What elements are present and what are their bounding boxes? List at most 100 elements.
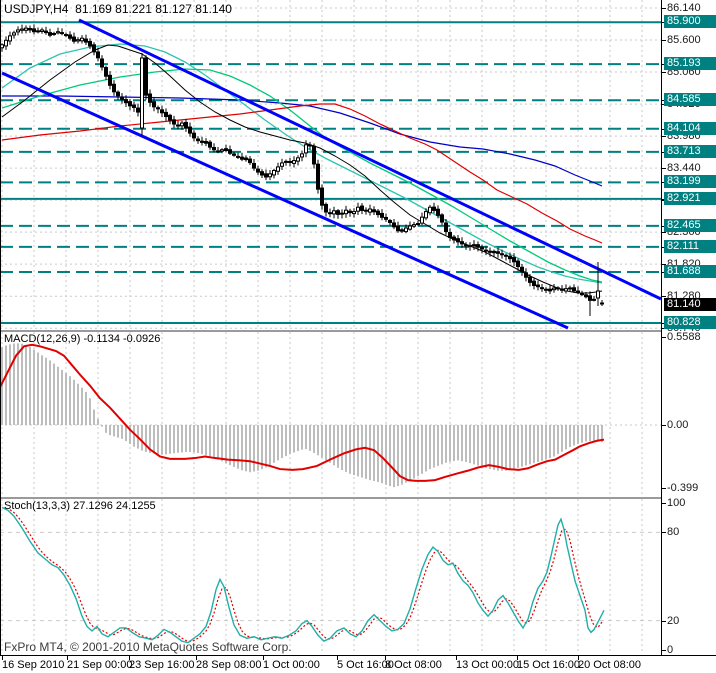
candle-bull	[80, 37, 84, 42]
candle-bear	[580, 293, 584, 296]
macd-histogram-bar	[361, 425, 363, 478]
macd-histogram-bar	[477, 425, 479, 466]
candle-bear	[476, 244, 480, 248]
macd-histogram-bar	[593, 425, 595, 441]
candle-bear	[364, 209, 368, 212]
macd-histogram-bar	[145, 425, 147, 452]
macd-pane[interactable]	[0, 332, 662, 497]
candle-bear	[572, 287, 576, 292]
candle-bear	[232, 153, 236, 156]
candle-bear	[432, 206, 436, 211]
level-price-label: 82.921	[664, 192, 716, 205]
price-tick	[662, 532, 666, 533]
macd-histogram-bar	[237, 425, 239, 469]
macd-histogram-bar	[173, 425, 175, 454]
macd-histogram-bar	[45, 357, 47, 425]
candle-bull	[276, 166, 280, 172]
macd-histogram-bar	[21, 343, 23, 425]
ma-blue-line	[2, 95, 603, 187]
macd-histogram-bar	[25, 344, 27, 425]
macd-histogram-bar	[365, 425, 367, 479]
candle-bull	[272, 169, 276, 176]
macd-histogram-bar	[41, 355, 43, 425]
candle-bear	[32, 28, 36, 33]
candle-bull	[280, 162, 284, 167]
candle-bear	[324, 203, 328, 213]
macd-histogram-bar	[337, 425, 339, 468]
macd-histogram-bar	[533, 425, 535, 464]
candle-bear	[64, 34, 68, 37]
macd-histogram-bar	[505, 425, 507, 471]
candle-bull	[4, 39, 8, 47]
candle-bear	[192, 132, 196, 139]
macd-histogram-bar	[561, 425, 563, 452]
candle-bear	[548, 288, 552, 292]
mt4-chart-window: USDJPY,H4 81.169 81.221 81.127 81.140 MA…	[0, 0, 716, 673]
candle-bear	[128, 101, 132, 107]
macd-histogram-bar	[429, 425, 431, 470]
macd-histogram-bar	[265, 425, 267, 468]
candle-bull	[596, 290, 600, 299]
macd-histogram-bar	[525, 425, 527, 466]
candle-bear	[204, 141, 208, 144]
level-price-label: 82.465	[664, 219, 716, 232]
stoch-pane[interactable]	[0, 499, 662, 654]
macd-histogram-bar	[249, 425, 251, 473]
price-tick	[662, 72, 666, 73]
macd-histogram-bar	[293, 425, 295, 453]
macd-histogram-bar	[117, 425, 119, 438]
macd-histogram-bar	[273, 425, 275, 463]
macd-histogram-bar	[557, 425, 559, 455]
macd-histogram-bar	[277, 425, 279, 461]
candle-bear	[48, 32, 52, 36]
candle-bull	[412, 224, 416, 227]
macd-histogram-bar	[157, 425, 159, 455]
candle-bear	[84, 38, 88, 43]
candle-bear	[544, 288, 548, 291]
main-price-pane[interactable]	[0, 0, 662, 330]
candle-bull	[292, 160, 296, 164]
macd-histogram-bar	[305, 425, 307, 450]
candle-bull	[352, 211, 356, 215]
candle-bear	[516, 260, 520, 268]
macd-histogram-bar	[589, 425, 591, 442]
pane-splitter-macd[interactable]	[0, 330, 662, 332]
macd-histogram-bar	[389, 425, 391, 487]
plot-left-border	[0, 0, 1, 655]
price-axis[interactable]: 86.14085.60085.06084.52083.98083.44082.9…	[662, 0, 716, 656]
time-scale-label: 21 Sep 00:00	[67, 659, 133, 671]
macd-histogram-bar	[461, 425, 463, 462]
candle-bear	[108, 74, 112, 86]
macd-histogram-bar	[501, 425, 503, 471]
macd-histogram-bar	[497, 425, 499, 471]
candle-bull	[592, 298, 596, 301]
macd-histogram-bar	[225, 425, 227, 464]
candle-bear	[336, 210, 340, 215]
macd-histogram-bar	[517, 425, 519, 468]
macd-histogram-bar	[565, 425, 567, 450]
candle-bear	[256, 168, 260, 173]
macd-histogram-bar	[309, 425, 311, 451]
macd-histogram-bar	[105, 425, 107, 433]
candle-bear	[584, 294, 588, 298]
macd-histogram-bar	[549, 425, 551, 459]
macd-histogram-bar	[489, 425, 491, 470]
macd-histogram-bar	[321, 425, 323, 458]
macd-histogram-bar	[433, 425, 435, 468]
candle-bear	[196, 138, 200, 142]
macd-histogram-bar	[281, 425, 283, 459]
macd-histogram-bar	[113, 425, 115, 437]
candle-bear	[460, 241, 464, 245]
time-scale-label: 20 Oct 08:00	[578, 659, 641, 671]
macd-histogram-bar	[85, 391, 87, 425]
macd-histogram-bar	[537, 425, 539, 462]
candle-bull	[308, 144, 312, 147]
macd-histogram-bar	[77, 383, 79, 425]
candle-bear	[188, 126, 192, 134]
pane-splitter-stoch[interactable]	[0, 497, 662, 499]
candle-bear	[208, 141, 212, 148]
macd-histogram-bar	[597, 425, 599, 442]
time-axis[interactable]: 16 Sep 2010 21 Sep 00:00 23 Sep 16:00 28 Se…	[0, 655, 716, 673]
macd-histogram-bar	[577, 425, 579, 444]
macd-histogram-bar	[469, 425, 471, 464]
